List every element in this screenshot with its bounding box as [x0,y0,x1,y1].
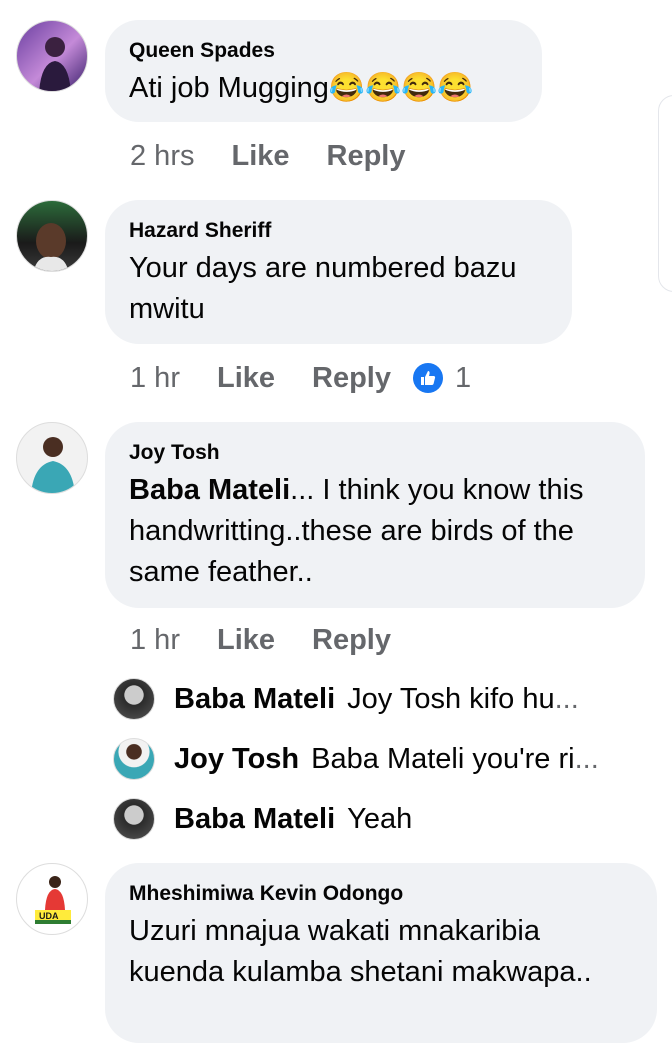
comment-bubble: Mheshimiwa Kevin Odongo Uzuri mnajua wak… [105,863,657,1043]
avatar-queen-spades[interactable] [16,20,88,92]
reply-preview[interactable]: Joy Tosh Baba Mateli you're ri... [113,737,599,781]
reply-button[interactable]: Reply [312,622,391,658]
reaction-count[interactable]: 1 [455,360,471,396]
comment-text: Uzuri mnajua wakati mnakaribia kuenda ku… [129,911,633,993]
comment-text-line: ... I think you know this [290,474,584,506]
reply-truncation: ... [554,682,579,715]
reply-truncation: ... [574,742,599,775]
avatar-baba-mateli [113,798,155,840]
reply-button[interactable]: Reply [327,138,406,174]
avatar-joy-tosh [113,738,155,780]
reply-text: Baba Mateli you're ri [311,742,575,775]
comment-text: Baba Mateli... I think you know this han… [129,470,621,593]
laughing-emoji-icon: 😂 [401,72,438,104]
comment-text-line: same feather.. [129,556,313,588]
reply-author[interactable]: Baba Mateli [174,803,335,836]
comment-author[interactable]: Queen Spades [129,38,518,64]
like-button[interactable]: Like [231,138,289,174]
mention-link[interactable]: Baba Mateli [129,474,290,506]
comment-timestamp[interactable]: 2 hrs [130,138,194,174]
laughing-emoji-icon: 😂 [365,72,402,104]
comment-actions: 1 hr Like Reply [130,622,391,658]
avatar-joy-tosh[interactable] [16,422,88,494]
avatar-badge: UDA [39,911,59,921]
comment-timestamp[interactable]: 1 hr [130,360,180,396]
comment-bubble: Queen Spades Ati job Mugging😂😂😂😂 [105,20,542,122]
comment-text: Your days are numbered bazu mwitu [129,248,548,330]
comment-author[interactable]: Mheshimiwa Kevin Odongo [129,881,633,907]
comment-text-line: handwritting..these are birds of the [129,515,574,547]
comment-timestamp[interactable]: 1 hr [130,622,180,658]
reply-preview[interactable]: Baba Mateli Joy Tosh kifo hu... [113,677,579,721]
comment-text-line: Uzuri mnajua wakati mnakaribia [129,915,540,947]
laughing-emoji-icon: 😂 [328,72,366,104]
comment-author[interactable]: Joy Tosh [129,440,621,466]
comment-bubble: Hazard Sheriff Your days are numbered ba… [105,200,572,344]
comment-text-line: mwitu [129,293,205,325]
avatar-hazard-sheriff[interactable] [16,200,88,272]
comment-text: Ati job Mugging [129,72,329,104]
comment-author[interactable]: Hazard Sheriff [129,218,548,244]
profile-photo-icon [31,437,75,493]
comment-text-line: Your days are numbered bazu [129,252,517,284]
laughing-emoji-icon: 😂 [437,72,474,104]
like-button[interactable]: Like [217,622,275,658]
avatar-baba-mateli [113,678,155,720]
comment-bubble: Joy Tosh Baba Mateli... I think you know… [105,422,645,608]
like-button[interactable]: Like [217,360,275,396]
reply-author[interactable]: Baba Mateli [174,683,335,716]
reply-button[interactable]: Reply [312,360,391,396]
thumbs-up-icon[interactable] [413,363,443,393]
comment-actions: 1 hr Like Reply 1 [130,360,471,396]
comment-actions: 2 hrs Like Reply [130,138,406,174]
profile-photo-icon [39,37,71,91]
avatar-kevin-odongo[interactable]: UDA [16,863,88,935]
reply-author[interactable]: Joy Tosh [174,743,299,776]
reply-text: Yeah [347,802,413,835]
profile-photo-icon [33,223,69,271]
comment-text-line: kuenda kulamba shetani makwapa.. [129,956,592,988]
reply-text: Joy Tosh kifo hu [347,682,555,715]
reply-preview[interactable]: Baba Mateli Yeah [113,797,412,841]
side-panel-edge [658,95,672,292]
profile-photo-icon [35,876,71,924]
